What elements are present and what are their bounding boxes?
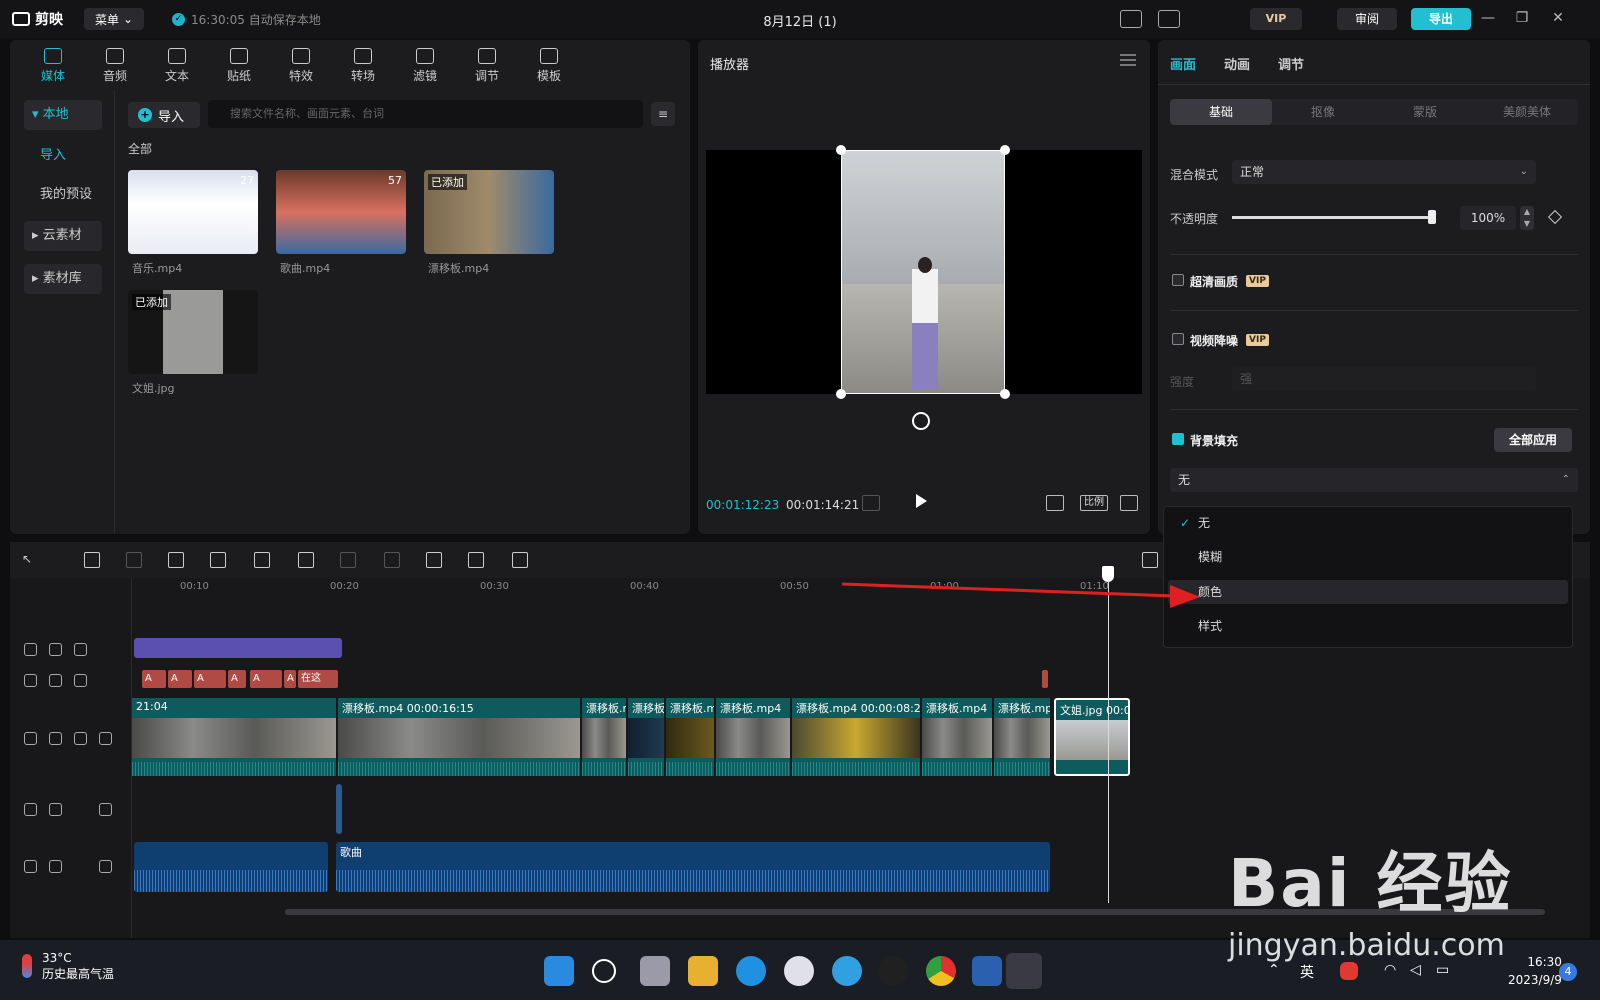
annotation-arrow [841,582,1200,608]
